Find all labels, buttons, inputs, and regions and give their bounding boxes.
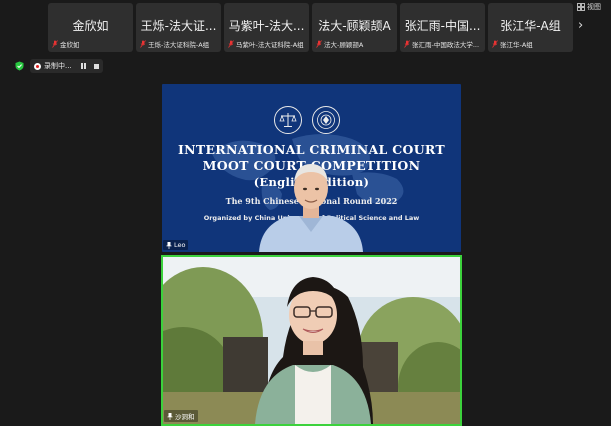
stop-recording-icon[interactable]	[94, 63, 100, 69]
meeting-window: 金欣如 金欣如 王烁-法大证... 王烁-法大证科院-A组 马紫叶-法大... …	[0, 0, 611, 426]
recording-indicator[interactable]: 录制中...	[30, 59, 104, 73]
participant-label: 马紫叶-法大证科院-A组	[228, 39, 306, 49]
participant-label: 法大-顾颖颉A	[316, 39, 394, 49]
participant-label-text: 法大-顾颖颉A	[324, 41, 364, 49]
participant-strip: 金欣如 金欣如 王烁-法大证... 王烁-法大证科院-A组 马紫叶-法大... …	[48, 3, 573, 52]
university-seal-logo	[312, 106, 340, 134]
scales-of-justice-logo	[274, 106, 302, 134]
grid-view-icon	[577, 3, 585, 11]
participant-display-name: 马紫叶-法大...	[228, 19, 305, 33]
speaker-video-scene	[163, 257, 460, 424]
participant-label: 金欣如	[52, 39, 130, 49]
participant-tile[interactable]: 王烁-法大证... 王烁-法大证科院-A组	[136, 3, 221, 52]
recording-dot-icon	[34, 62, 41, 70]
participant-display-name: 王烁-法大证...	[140, 19, 217, 33]
participant-label: 王烁-法大证科院-A组	[140, 39, 218, 49]
video-nametag-text: 沙洞和	[175, 413, 195, 421]
participant-label-text: 张汇雨-中国政法大学...	[412, 41, 480, 49]
mic-muted-icon	[140, 40, 146, 48]
speaker-video-figure	[259, 164, 363, 252]
mic-muted-icon	[316, 40, 322, 48]
participant-label-text: 马紫叶-法大证科院-A组	[236, 41, 304, 49]
view-button[interactable]: 视图	[577, 2, 601, 12]
view-label: 视图	[587, 3, 601, 11]
participant-display-name: 金欣如	[72, 19, 109, 33]
participant-label: 张江华-A组	[492, 39, 570, 49]
participant-tile[interactable]: 张汇雨-中国... 张汇雨-中国政法大学...	[400, 3, 485, 52]
participant-tile[interactable]: 张江华-A组 张江华-A组	[488, 3, 573, 52]
security-shield-icon[interactable]	[15, 61, 24, 71]
pin-icon	[166, 241, 172, 249]
participant-display-name: 张汇雨-中国...	[404, 19, 481, 33]
meeting-status-bar: 录制中...	[15, 59, 104, 73]
video-tile-active-speaker[interactable]: 沙洞和	[161, 255, 462, 426]
mic-muted-icon	[228, 40, 234, 48]
pause-recording-icon[interactable]	[80, 63, 87, 69]
participant-tile[interactable]: 金欣如 金欣如	[48, 3, 133, 52]
video-nametag-text: Leo	[174, 241, 186, 249]
next-page-chevron-icon[interactable]: ›	[578, 18, 583, 33]
participant-label-text: 王烁-法大证科院-A组	[148, 41, 210, 49]
participant-tile[interactable]: 法大-顾颖颉A 法大-顾颖颉A	[312, 3, 397, 52]
video-nametag: Leo	[163, 240, 189, 250]
slide-logos	[274, 106, 340, 134]
recording-label: 录制中...	[44, 62, 72, 70]
mic-muted-icon	[492, 40, 498, 48]
participant-display-name: 张江华-A组	[500, 19, 561, 33]
mic-muted-icon	[404, 40, 410, 48]
video-tile-leo[interactable]: INTERNATIONAL CRIMINAL COURT MOOT COURT …	[162, 84, 461, 252]
participant-label-text: 张江华-A组	[500, 41, 533, 49]
pin-icon	[167, 412, 173, 420]
participant-display-name: 法大-顾颖颉A	[318, 19, 391, 33]
participant-label-text: 金欣如	[60, 41, 80, 49]
participant-label: 张汇雨-中国政法大学...	[404, 39, 482, 49]
participant-tile[interactable]: 马紫叶-法大... 马紫叶-法大证科院-A组	[224, 3, 309, 52]
video-nametag: 沙洞和	[164, 410, 198, 422]
mic-muted-icon	[52, 40, 58, 48]
